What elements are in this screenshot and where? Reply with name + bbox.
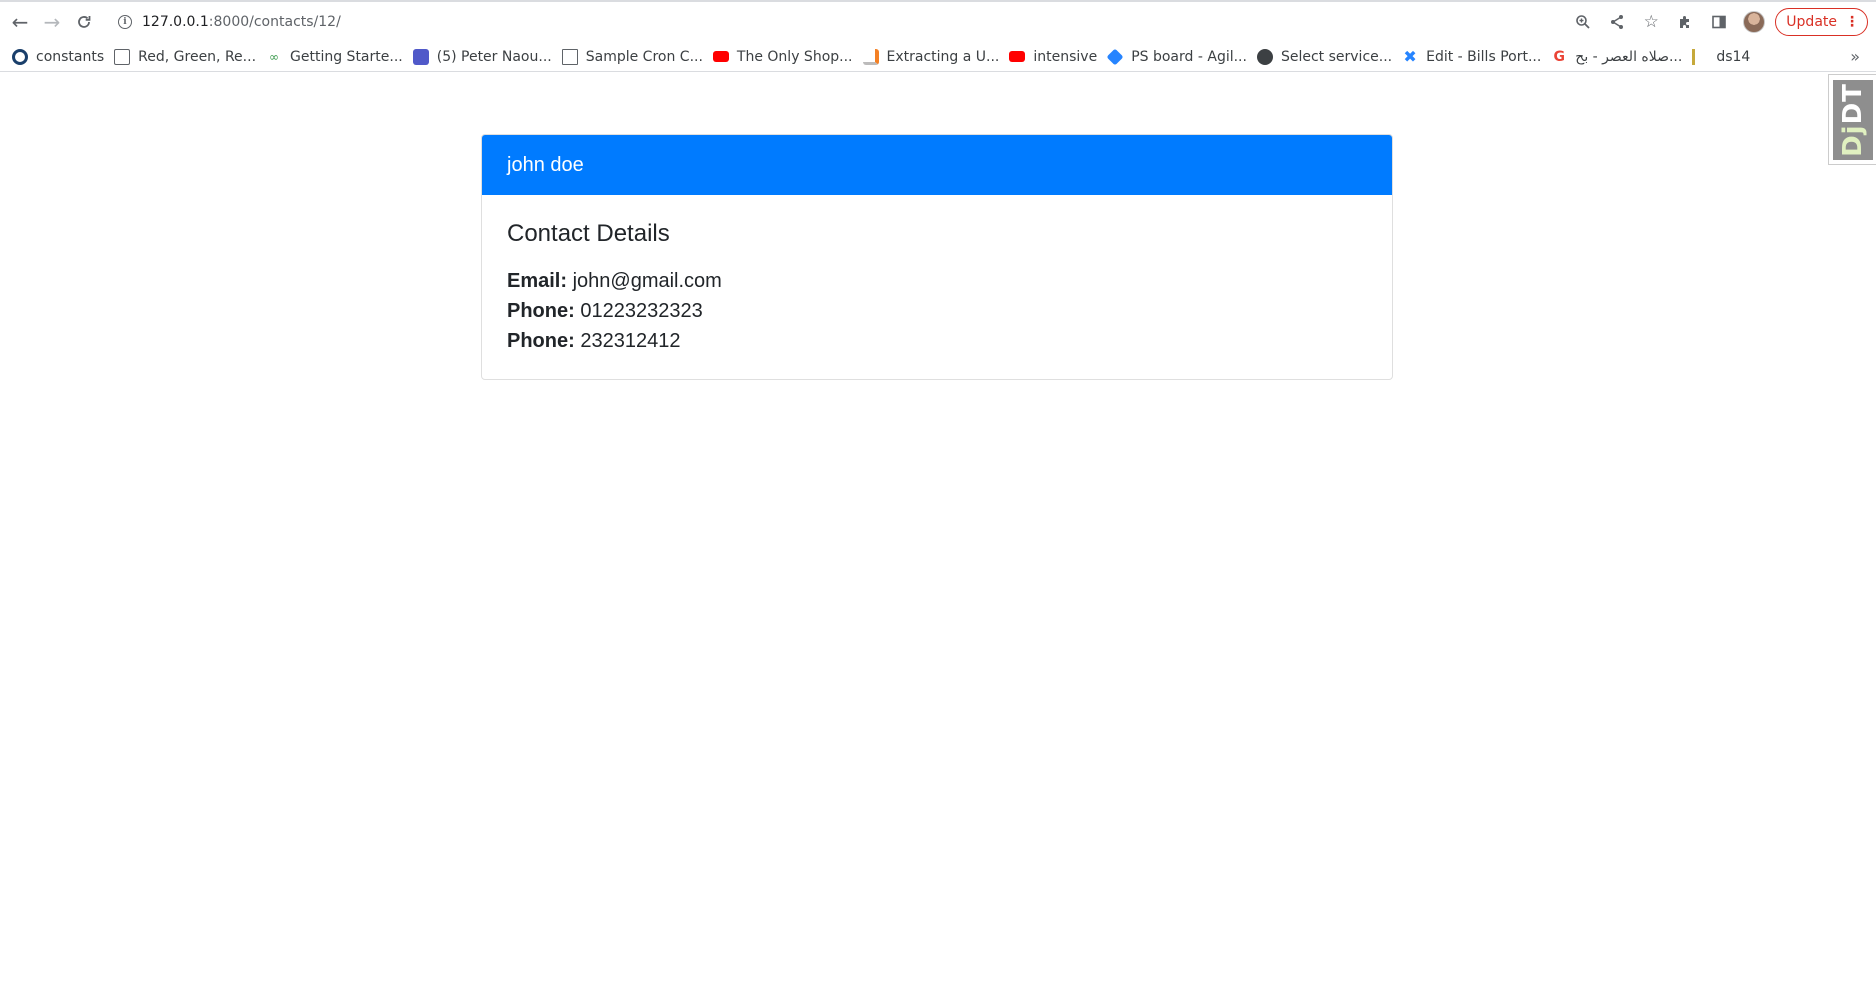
bookmark-label: (5) Peter Naou... bbox=[436, 48, 552, 65]
djdt-handle[interactable]: DjDT bbox=[1828, 74, 1876, 165]
bookmark-item[interactable]: ✖ Edit - Bills Port... bbox=[1400, 44, 1549, 70]
bookmark-label: صلاه العصر - بح... bbox=[1575, 48, 1683, 65]
phone-label: Phone: bbox=[507, 330, 575, 352]
section-title: Contact Details bbox=[507, 220, 670, 247]
forward-icon[interactable]: → bbox=[36, 6, 68, 38]
site-info-icon[interactable]: i bbox=[118, 15, 132, 29]
bookmark-item[interactable]: G صلاه العصر - بح... bbox=[1549, 44, 1690, 70]
djdt-label-dj: Dj bbox=[1837, 123, 1868, 157]
bookmark-item[interactable]: intensive bbox=[1007, 44, 1105, 70]
back-icon[interactable]: ← bbox=[4, 6, 36, 38]
share-icon[interactable] bbox=[1601, 6, 1633, 38]
link-icon: ∞ bbox=[269, 49, 280, 64]
update-button[interactable]: Update ⋮ bbox=[1775, 8, 1868, 36]
url-host: 127.0.0.1 bbox=[142, 14, 209, 30]
django-icon bbox=[1692, 48, 1708, 65]
phone-row: Phone: 01223232323 bbox=[507, 296, 1367, 326]
toolbar-actions: ☆ Update ⋮ bbox=[1567, 6, 1868, 38]
url-path: :8000/contacts/12/ bbox=[208, 14, 341, 30]
globe-icon bbox=[12, 48, 28, 65]
bookmark-item[interactable]: Select service... bbox=[1255, 44, 1400, 70]
phone-label: Phone: bbox=[507, 300, 575, 322]
side-panel-icon[interactable] bbox=[1703, 6, 1735, 38]
reload-icon[interactable] bbox=[68, 6, 100, 38]
djdt-label: DjDT bbox=[1838, 83, 1868, 157]
youtube-icon bbox=[712, 51, 729, 62]
menu-dots-icon: ⋮ bbox=[1845, 14, 1859, 30]
bookmark-label: The Only Shop... bbox=[736, 48, 853, 65]
contact-card-body: Contact Details Email: john@gmail.com Ph… bbox=[482, 195, 1392, 379]
bookmark-item[interactable]: The Only Shop... bbox=[711, 44, 861, 70]
djdt-label-dt: DT bbox=[1837, 82, 1868, 124]
bookmark-item[interactable]: ∞ Getting Starte... bbox=[264, 44, 411, 70]
google-icon: G bbox=[1553, 48, 1566, 65]
extensions-icon[interactable] bbox=[1669, 6, 1701, 38]
address-bar[interactable]: i 127.0.0.1:8000/contacts/12/ bbox=[108, 5, 1567, 39]
bookmark-item[interactable]: Sample Cron C... bbox=[560, 44, 711, 70]
youtube-icon bbox=[1009, 51, 1026, 62]
phone-row: Phone: 232312412 bbox=[507, 326, 1367, 356]
bookmark-label: constants bbox=[36, 48, 105, 65]
bookmark-item[interactable]: constants bbox=[10, 44, 112, 70]
bookmark-label: PS board - Agil... bbox=[1131, 48, 1247, 65]
email-row: Email: john@gmail.com bbox=[507, 266, 1367, 296]
bookmark-label: Edit - Bills Port... bbox=[1426, 48, 1542, 65]
profile-avatar[interactable] bbox=[1743, 11, 1766, 33]
stackoverflow-icon bbox=[862, 48, 879, 65]
email-label: Email: bbox=[507, 270, 568, 292]
bookmark-label: intensive bbox=[1033, 48, 1098, 65]
bookmark-item[interactable]: Red, Green, Re... bbox=[112, 44, 264, 70]
phone-value: 232312412 bbox=[580, 330, 681, 352]
bookmark-item[interactable]: ds14 bbox=[1690, 44, 1758, 70]
bookmark-item[interactable]: Extracting a U... bbox=[861, 44, 1008, 70]
building-icon bbox=[561, 48, 578, 65]
confluence-icon: ✖ bbox=[1403, 46, 1417, 66]
globe-icon bbox=[1256, 48, 1273, 65]
bookmark-label: Select service... bbox=[1280, 48, 1393, 65]
update-label: Update bbox=[1786, 14, 1837, 30]
bookmark-label: Sample Cron C... bbox=[585, 48, 703, 65]
teams-icon bbox=[412, 48, 429, 65]
bookmark-item[interactable]: PS board - Agil... bbox=[1105, 44, 1255, 70]
phone-value: 01223232323 bbox=[580, 300, 703, 322]
doc-icon bbox=[114, 48, 131, 65]
bookmark-item[interactable]: (5) Peter Naou... bbox=[411, 44, 560, 70]
djdt-logo: DjDT bbox=[1832, 79, 1873, 160]
bookmark-label: ds14 bbox=[1716, 48, 1751, 65]
email-value: john@gmail.com bbox=[572, 270, 722, 292]
bookmark-label: Extracting a U... bbox=[886, 48, 1000, 65]
jira-icon bbox=[1106, 48, 1124, 65]
bookmark-label: Red, Green, Re... bbox=[138, 48, 257, 65]
nav-buttons: ← → bbox=[4, 6, 100, 38]
contact-name-header: john doe bbox=[482, 135, 1392, 195]
bookmarks-bar: constants Red, Green, Re... ∞ Getting Sta… bbox=[0, 42, 1876, 72]
zoom-icon[interactable] bbox=[1567, 6, 1599, 38]
bookmark-label: Getting Starte... bbox=[290, 48, 403, 65]
contact-card: john doe Contact Details Email: john@gma… bbox=[481, 134, 1393, 380]
more-bookmarks-icon[interactable]: » bbox=[1850, 47, 1860, 66]
bookmark-star-icon[interactable]: ☆ bbox=[1635, 6, 1667, 38]
browser-toolbar: ← → i 127.0.0.1:8000/contacts/12/ ☆ Upda… bbox=[0, 0, 1876, 42]
